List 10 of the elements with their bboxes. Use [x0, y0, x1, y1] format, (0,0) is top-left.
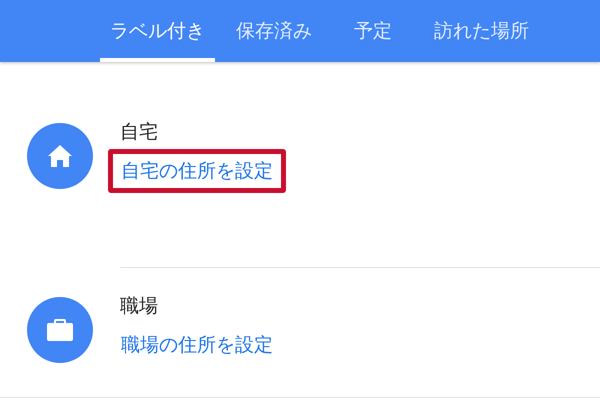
briefcase-icon — [47, 318, 73, 340]
home-icon — [48, 144, 72, 166]
tab[interactable]: 予定 — [333, 0, 413, 62]
tab[interactable]: 保存済み — [215, 0, 333, 62]
set-address-link[interactable]: 職場の住所を設定 — [121, 334, 273, 356]
place-title: 職場 — [120, 294, 159, 318]
set-address-link[interactable]: 自宅の住所を設定 — [121, 160, 273, 182]
place-title: 自宅 — [120, 120, 159, 144]
tab[interactable]: ラベル付き — [100, 0, 215, 62]
tab[interactable]: 訪れた場所 — [413, 0, 550, 62]
